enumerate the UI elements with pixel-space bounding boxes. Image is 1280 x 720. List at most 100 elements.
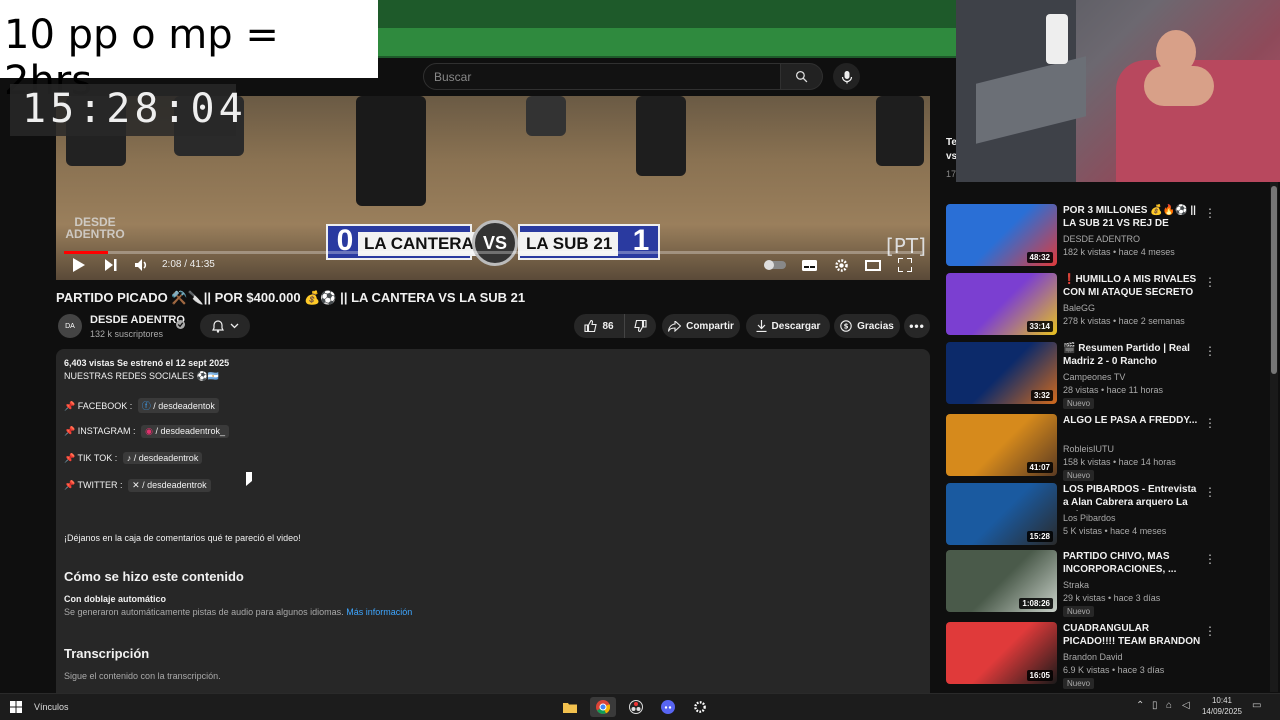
clock-time[interactable]: 10:41 <box>1200 696 1244 705</box>
recommendation-meta: 5 K vistas • hace 4 meses <box>1063 526 1167 536</box>
description-panel[interactable]: 6,403 vistas Se estrenó el 12 sept 2025 … <box>56 349 930 693</box>
next-button[interactable] <box>102 256 120 274</box>
fullscreen-button[interactable] <box>896 256 914 274</box>
notifications-icon[interactable]: ▭ <box>1252 700 1261 711</box>
clock-date[interactable]: 14/09/2025 <box>1196 707 1248 716</box>
facebook-link[interactable]: ⓕ / desdeadentok <box>137 398 219 413</box>
recommendation-title[interactable]: CUADRANGULAR PICADO!!!! TEAM BRANDON vs … <box>1063 622 1201 650</box>
video-thumbnail[interactable]: 33:14 <box>946 273 1057 335</box>
video-thumbnail[interactable]: 41:07 <box>946 414 1057 476</box>
video-thumbnail[interactable]: 3:32 <box>946 342 1057 404</box>
recommendation-title[interactable]: 🎬 Resumen Partido | Real Madriz 2 - 0 Ra… <box>1063 342 1201 370</box>
instagram-link[interactable]: ◉ / desdeadentrok_ <box>141 425 229 438</box>
subtitles-button[interactable] <box>800 256 818 274</box>
scrollbar-thumb[interactable] <box>1271 186 1277 374</box>
like-button[interactable]: 86 <box>574 314 624 338</box>
more-options-icon[interactable]: ⋮ <box>1204 552 1216 566</box>
recommendation-channel[interactable]: Brandon David <box>1063 652 1123 662</box>
settings-app-button[interactable] <box>690 697 710 717</box>
recommendation-channel[interactable]: RobleisIUTU <box>1063 444 1114 454</box>
windows-icon <box>10 701 22 713</box>
new-badge: Nuevo <box>1063 470 1095 481</box>
share-button[interactable]: Compartir <box>662 314 740 338</box>
video-thumbnail[interactable]: 1:08:26 <box>946 550 1057 612</box>
more-actions-button[interactable]: ••• <box>904 314 930 338</box>
volume-icon <box>134 259 146 271</box>
new-badge: Nuevo <box>1063 398 1095 409</box>
discord-button[interactable] <box>658 697 678 717</box>
theater-mode-button[interactable] <box>864 256 882 274</box>
more-options-icon[interactable]: ⋮ <box>1204 206 1216 220</box>
links-toolbar[interactable]: Vínculos <box>34 702 69 712</box>
ellipsis-icon: ••• <box>909 319 925 333</box>
more-options-icon[interactable]: ⋮ <box>1204 624 1216 638</box>
mouse-cursor <box>246 472 252 486</box>
recommendation-channel[interactable]: Campeones TV <box>1063 372 1125 382</box>
volume-button[interactable] <box>132 256 150 274</box>
recommendation-card[interactable]: 3:32 🎬 Resumen Partido | Real Madriz 2 - … <box>946 342 1266 409</box>
recommendation-channel[interactable]: Los Pibardos <box>1063 513 1116 523</box>
autoplay-toggle[interactable] <box>764 256 786 274</box>
peek-meta: 17 <box>946 169 957 179</box>
video-duration: 16:05 <box>1026 670 1053 681</box>
more-options-icon[interactable]: ⋮ <box>1204 275 1216 289</box>
twitter-link[interactable]: ✕ / desdeadentrok <box>128 479 211 492</box>
recommendation-meta: 182 k vistas • hace 4 meses <box>1063 247 1175 257</box>
new-badge: Nuevo <box>1063 606 1095 617</box>
recommendation-card[interactable]: 33:14 ❗HUMILLO A MIS RIVALES CON MI ATAQU… <box>946 273 1266 337</box>
view-stats: 6,403 vistas Se estrenó el 12 sept 2025 <box>64 358 230 368</box>
settings-button[interactable] <box>832 256 850 274</box>
progress-bar[interactable] <box>64 251 922 254</box>
recommendation-channel[interactable]: DESDE ADENTRO <box>1063 234 1140 244</box>
dislike-button[interactable] <box>624 314 656 338</box>
recommendation-title[interactable]: PARTIDO CHIVO, MAS INCORPORACIONES, ... <box>1063 550 1201 576</box>
voice-search-button[interactable] <box>833 63 860 90</box>
play-button[interactable] <box>70 256 88 274</box>
audio-language-tag: [PT] <box>886 234 926 258</box>
search-input[interactable]: Buscar <box>423 63 781 90</box>
tiktok-row: 📌 TIK TOK : ♪ / desdeadentrok <box>64 452 203 464</box>
thanks-button[interactable]: $ Gracias <box>834 314 900 338</box>
chrome-button[interactable] <box>590 697 616 717</box>
recommendation-title[interactable]: ❗HUMILLO A MIS RIVALES CON MI ATAQUE SEC… <box>1063 273 1201 301</box>
recommendation-title[interactable]: LOS PIBARDOS - Entrevista a Alan Cabrera… <box>1063 483 1201 511</box>
channel-avatar[interactable]: DA <box>58 314 82 338</box>
recommendation-title[interactable]: ALGO LE PASA A FREDDY... <box>1063 414 1201 427</box>
video-thumbnail[interactable]: 16:05 <box>946 622 1057 684</box>
notifications-button[interactable] <box>200 314 250 338</box>
recommendation-meta: 278 k vistas • hace 2 semanas <box>1063 316 1185 326</box>
more-options-icon[interactable]: ⋮ <box>1204 485 1216 499</box>
recommendation-card[interactable]: 16:05 CUADRANGULAR PICADO!!!! TEAM BRANDO… <box>946 622 1266 689</box>
download-button[interactable]: Descargar <box>746 314 830 338</box>
video-thumbnail[interactable]: 48:32 <box>946 204 1057 266</box>
play-icon <box>73 258 85 272</box>
start-button[interactable] <box>6 697 26 717</box>
recommendation-channel[interactable]: Straka <box>1063 580 1089 590</box>
obs-button[interactable] <box>626 697 646 717</box>
recommendation-meta: 6.9 K vistas • hace 3 días <box>1063 665 1165 675</box>
search-button[interactable] <box>781 63 823 90</box>
top-banner <box>378 0 956 58</box>
tiktok-icon: ♪ <box>126 453 132 463</box>
recommendation-card[interactable]: 41:07 ALGO LE PASA A FREDDY... RobleisIUTU… <box>946 414 1266 481</box>
file-explorer-button[interactable] <box>560 697 580 717</box>
socials-heading: NUESTRAS REDES SOCIALES ⚽🇦🇷 <box>64 371 219 381</box>
recommendation-card[interactable]: 48:32 POR 3 MILLONES 💰🔥⚽ || LA SUB 21 VS … <box>946 204 1266 268</box>
video-duration: 1:08:26 <box>1019 598 1053 609</box>
video-duration: 15:28 <box>1026 531 1053 542</box>
more-info-link[interactable]: Más información <box>346 607 412 617</box>
video-thumbnail[interactable]: 15:28 <box>946 483 1057 545</box>
recommendation-card[interactable]: 1:08:26 PARTIDO CHIVO, MAS INCORPORACIONE… <box>946 550 1266 617</box>
network-icon[interactable]: ⌂ <box>1166 700 1172 711</box>
device-icon[interactable]: ▯ <box>1152 700 1158 711</box>
speaker-icon[interactable]: ◁ <box>1182 700 1190 711</box>
recommendation-card[interactable]: 15:28 LOS PIBARDOS - Entrevista a Alan Ca… <box>946 483 1266 547</box>
tray-expand-icon[interactable]: ⌃ <box>1136 700 1144 711</box>
more-options-icon[interactable]: ⋮ <box>1204 344 1216 358</box>
tiktok-link[interactable]: ♪ / desdeadentrok <box>122 452 203 464</box>
theater-icon <box>865 259 881 271</box>
recommendation-channel[interactable]: BaleGG <box>1063 303 1095 313</box>
recommendation-title[interactable]: POR 3 MILLONES 💰🔥⚽ || LA SUB 21 VS REJ D… <box>1063 204 1201 232</box>
channel-name[interactable]: DESDE ADENTRO <box>90 314 185 326</box>
more-options-icon[interactable]: ⋮ <box>1204 416 1216 430</box>
